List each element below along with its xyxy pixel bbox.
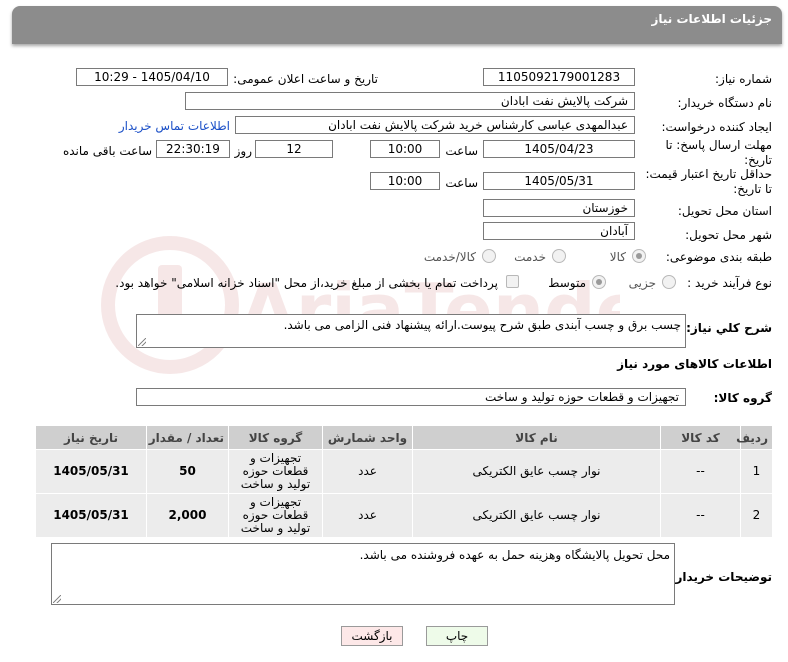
resize-grip-icon[interactable] — [138, 338, 146, 346]
province-field[interactable]: خوزستان — [483, 199, 635, 217]
city-field[interactable]: آبادان — [483, 222, 635, 240]
description-textarea[interactable]: چسب برق و چسب آبندی طبق شرح پیوست.ارائه … — [136, 314, 686, 348]
city-label: شهر محل تحویل: — [685, 228, 772, 242]
send-date-field[interactable]: 1405/04/23 — [483, 140, 635, 158]
table-header-row: ردیف کد کالا نام کالا واحد شمارش گروه کا… — [35, 425, 773, 450]
cell-item-code: -- — [660, 493, 741, 538]
cell-need-date: 1405/05/31 — [35, 449, 147, 494]
cell-group: تجهیزات و قطعات حوزه تولید و ساخت — [228, 493, 323, 538]
page-title: جزئیات اطلاعات نیاز — [651, 12, 772, 26]
remaining-time-label: ساعت باقی مانده — [62, 144, 152, 158]
validity-label: حداقل تاریخ اعتبار قیمت: — [645, 167, 772, 181]
province-label: استان محل تحویل: — [677, 204, 772, 218]
announce-datetime-field[interactable]: 1405/04/10 - 10:29 — [76, 68, 228, 86]
cell-row-number: 1 — [740, 449, 773, 494]
treasury-payment-note: پرداخت تمام یا بخشی از مبلغ خرید،از محل … — [115, 276, 498, 290]
need-number-label: شماره نیاز: — [715, 72, 772, 86]
send-deadline-label: مهلت ارسال پاسخ: تا — [665, 138, 772, 152]
cell-item-name: نوار چسب عایق الکتریکی — [412, 493, 661, 538]
treasury-payment-checkbox[interactable] — [506, 275, 519, 288]
col-header-item-name: نام کالا — [412, 425, 661, 450]
cell-unit: عدد — [322, 449, 413, 494]
remaining-time-field[interactable]: 22:30:19 — [156, 140, 230, 158]
col-header-item-code: کد کالا — [660, 425, 741, 450]
need-number-field[interactable]: 1105092179001283 — [483, 68, 635, 86]
print-button[interactable]: چاپ — [426, 626, 488, 646]
cell-quantity: 50 — [146, 449, 229, 494]
cell-item-name: نوار چسب عایق الکتریکی — [412, 449, 661, 494]
buyer-contact-link[interactable]: اطلاعات تماس خریدار — [119, 119, 230, 133]
cell-quantity: 2,000 — [146, 493, 229, 538]
process-option-minor: جزیی — [628, 276, 656, 290]
send-time-field[interactable]: 10:00 — [370, 140, 440, 158]
category-option-service: خدمت — [514, 250, 546, 264]
resize-grip-icon[interactable] — [53, 595, 61, 603]
buyer-org-field[interactable]: شرکت پالایش نفت ابادان — [185, 92, 635, 110]
goods-info-title: اطلاعات کالاهای مورد نیاز — [617, 357, 772, 371]
cell-unit: عدد — [322, 493, 413, 538]
creator-label: ایجاد کننده درخواست: — [661, 120, 772, 134]
validity-date-field[interactable]: 1405/05/31 — [483, 172, 635, 190]
cell-row-number: 2 — [740, 493, 773, 538]
validity-label-2: تا تاریخ: — [733, 182, 772, 196]
col-header-need-date: تاریخ نیاز — [35, 425, 147, 450]
category-radio-service[interactable] — [552, 249, 566, 263]
buyer-notes-text: محل تحویل پالایشگاه وهزینه حمل به عهده ف… — [359, 548, 670, 562]
table-row: 2 -- نوار چسب عایق الکتریکی عدد تجهیزات … — [35, 493, 773, 538]
description-label: شرح کلي نياز: — [686, 321, 772, 335]
validity-time-label: ساعت — [445, 176, 478, 190]
col-header-group: گروه کالا — [228, 425, 323, 450]
col-header-row-number: ردیف — [736, 425, 773, 450]
buyer-notes-label: توضیحات خریدار: — [670, 570, 772, 584]
cell-group: تجهیزات و قطعات حوزه تولید و ساخت — [228, 449, 323, 494]
buyer-notes-textarea[interactable]: محل تحویل پالایشگاه وهزینه حمل به عهده ف… — [51, 543, 675, 605]
category-radio-goods-service[interactable] — [482, 249, 496, 263]
back-button[interactable]: بازگشت — [341, 626, 403, 646]
cell-need-date: 1405/05/31 — [35, 493, 147, 538]
col-header-unit: واحد شمارش — [322, 425, 413, 450]
goods-group-label: گروه کالا: — [713, 391, 772, 405]
days-remaining-field[interactable]: 12 — [255, 140, 333, 158]
process-option-medium: متوسط — [548, 276, 586, 290]
process-type-label: نوع فرآیند خرید : — [687, 276, 772, 290]
goods-group-field[interactable]: تجهیزات و قطعات حوزه تولید و ساخت — [136, 388, 686, 406]
description-text: چسب برق و چسب آبندی طبق شرح پیوست.ارائه … — [283, 318, 681, 332]
validity-time-field[interactable]: 10:00 — [370, 172, 440, 190]
creator-field[interactable]: عبدالمهدی عباسی کارشناس خرید شرکت پالایش… — [235, 116, 635, 134]
table-row: 1 -- نوار چسب عایق الکتریکی عدد تجهیزات … — [35, 449, 773, 494]
col-header-quantity: تعداد / مقدار — [146, 425, 229, 450]
category-label: طبقه بندی موضوعی: — [665, 250, 772, 264]
announce-datetime-label: تاریخ و ساعت اعلان عمومی: — [233, 72, 378, 86]
goods-table: ردیف کد کالا نام کالا واحد شمارش گروه کا… — [35, 425, 773, 538]
send-deadline-label-2: تاریخ: — [744, 153, 772, 167]
send-time-label: ساعت — [445, 144, 478, 158]
category-option-goods-service: کالا/خدمت — [423, 250, 476, 264]
process-radio-minor[interactable] — [662, 275, 676, 289]
category-option-goods: کالا — [609, 250, 626, 264]
cell-item-code: -- — [660, 449, 741, 494]
category-radio-goods[interactable] — [632, 249, 646, 263]
buyer-org-label: نام دستگاه خریدار: — [677, 96, 773, 110]
process-radio-medium[interactable] — [592, 275, 606, 289]
